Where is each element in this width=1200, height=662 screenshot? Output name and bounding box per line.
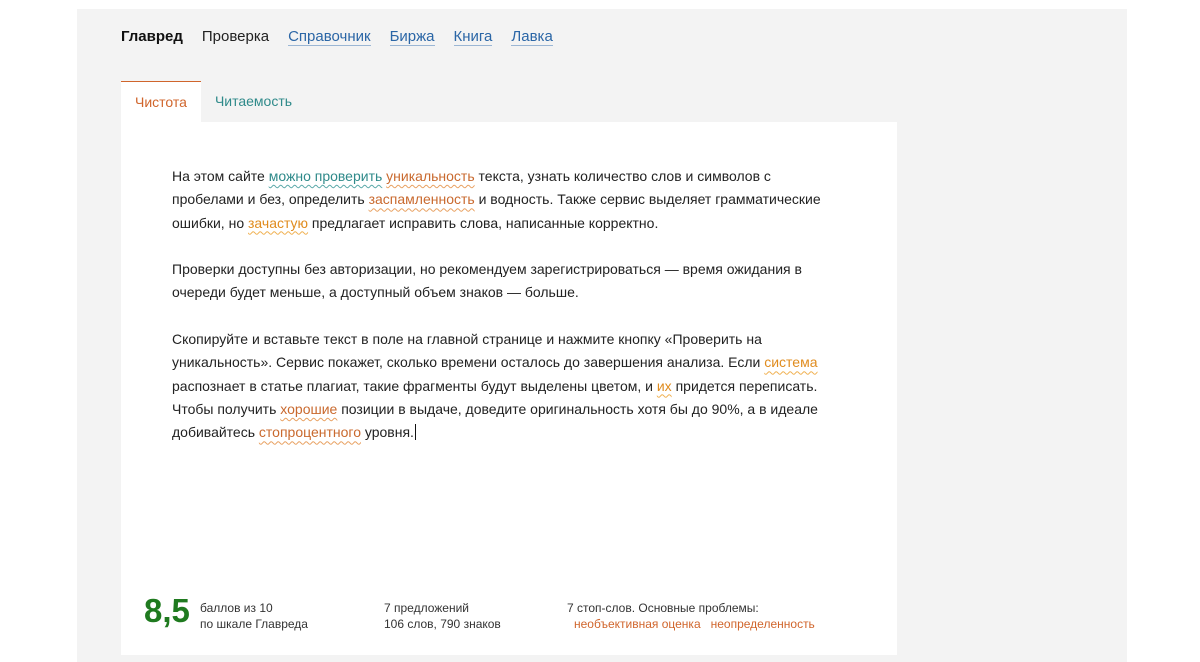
word-char-count: 106 слов, 790 знаков — [384, 617, 501, 631]
highlight-word[interactable]: их — [657, 378, 672, 394]
glavred-page: Главред Проверка Справочник Биржа Книга … — [77, 9, 1127, 662]
text-fragment: уровня. — [361, 424, 414, 441]
nav-item-kniga[interactable]: Книга — [453, 29, 493, 46]
highlight-word[interactable]: заспамленность — [369, 191, 475, 207]
nav-item-proverka[interactable]: Проверка — [202, 28, 269, 45]
problem-tag-uncertainty[interactable]: неопределенность — [711, 616, 815, 632]
sentence-count: 7 предложений — [384, 601, 470, 615]
problem-tag-biased-assessment[interactable]: необъективная оценка — [574, 616, 701, 632]
paragraph-3: Скопируйте и вставьте текст в поле на гл… — [172, 328, 842, 444]
score-caption: баллов из 10 по шкале Главреда — [200, 600, 308, 632]
nav-item-birzha[interactable]: Биржа — [389, 29, 435, 46]
highlight-word[interactable]: хорошие — [280, 401, 337, 417]
problem-tags: необъективная оценка неопределенность — [567, 616, 825, 632]
problems-summary: 7 стоп-слов. Основные проблемы: необъект… — [567, 600, 825, 632]
editor-text[interactable]: На этом сайте можно проверить уникальнос… — [172, 165, 842, 468]
text-counts: 7 предложений 106 слов, 790 знаков — [384, 600, 501, 632]
tab-chitaemost[interactable]: Читаемость — [201, 81, 306, 121]
score-caption-line-1: баллов из 10 — [200, 601, 273, 615]
stopword-count: 7 стоп-слов. Основные проблемы: — [567, 601, 759, 615]
highlight-word[interactable]: зачастую — [248, 215, 308, 231]
top-navigation: Главред Проверка Справочник Биржа Книга … — [121, 28, 572, 46]
highlight-word[interactable]: стопроцентного — [259, 424, 361, 440]
score-value: 8,5 — [144, 592, 190, 629]
highlight-word[interactable]: система — [764, 354, 817, 370]
stats-bar: 8,5 баллов из 10 по шкале Главреда 7 пре… — [144, 590, 884, 640]
text-editor[interactable]: На этом сайте можно проверить уникальнос… — [121, 122, 897, 655]
score-caption-line-2: по шкале Главреда — [200, 617, 308, 631]
text-fragment: Скопируйте и вставьте текст в поле на гл… — [172, 331, 765, 371]
highlight-word[interactable]: уникальность — [386, 168, 474, 184]
text-fragment: распознает в статье плагиат, такие фрагм… — [172, 377, 657, 394]
paragraph-2: Проверки доступны без авторизации, но ре… — [172, 258, 842, 305]
text-fragment: На этом сайте — [172, 168, 269, 184]
paragraph-1: На этом сайте можно проверить уникальнос… — [172, 165, 842, 235]
highlight-phrase[interactable]: можно проверить — [269, 168, 383, 184]
nav-item-glavred[interactable]: Главред — [121, 28, 183, 45]
text-fragment: предлагает исправить слова, написанные к… — [308, 214, 659, 231]
text-fragment: Проверки доступны без авторизации, но ре… — [172, 261, 802, 301]
analysis-tabs: Чистота Читаемость — [121, 81, 306, 122]
tab-chistota[interactable]: Чистота — [121, 81, 201, 122]
text-cursor — [414, 424, 416, 441]
nav-item-lavka[interactable]: Лавка — [511, 29, 553, 46]
nav-item-spravochnik[interactable]: Справочник — [288, 29, 371, 46]
